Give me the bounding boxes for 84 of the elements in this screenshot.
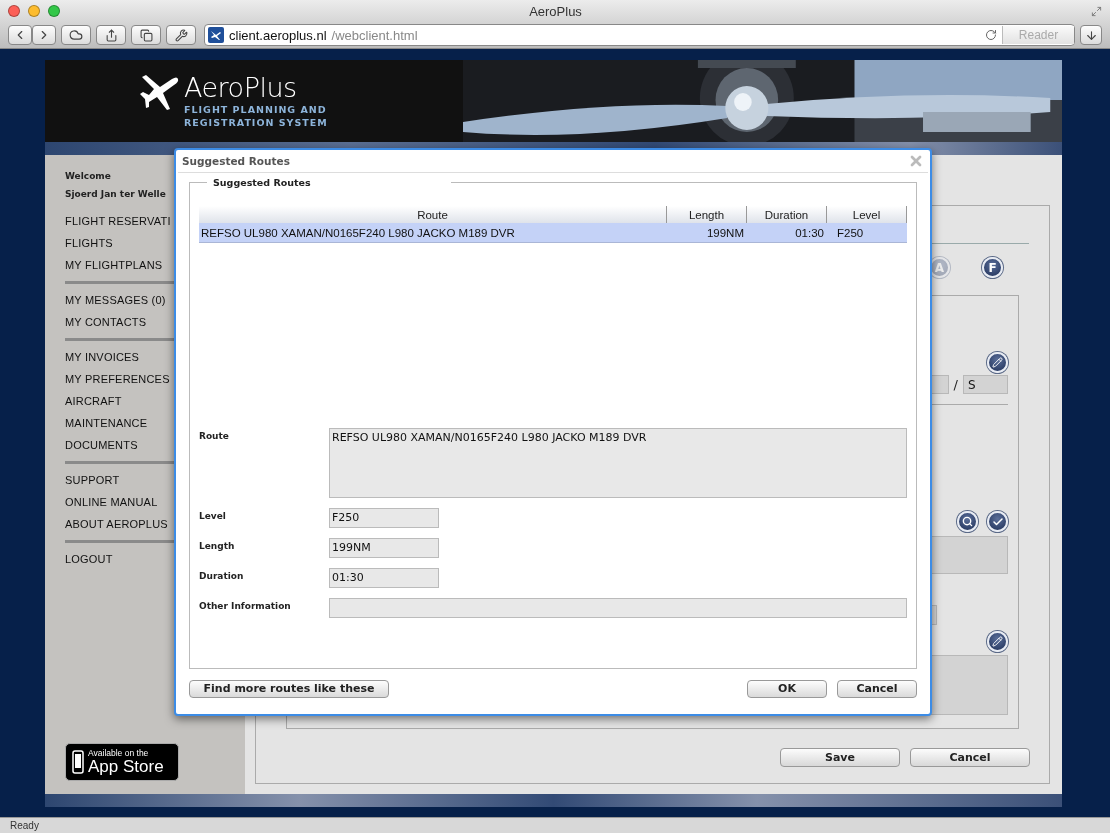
input-field[interactable] — [329, 598, 907, 618]
back-button[interactable] — [8, 25, 32, 45]
menu-item[interactable]: MY INVOICES — [65, 346, 140, 368]
column-header[interactable]: Length — [667, 206, 747, 223]
field-label: Duration — [199, 570, 245, 581]
forward-button[interactable] — [32, 25, 56, 45]
table-cell-text: 199NM — [705, 225, 745, 241]
menu-item[interactable]: MY MESSAGES (0) — [65, 289, 166, 311]
logo-name: AeroPlus — [184, 73, 298, 103]
menu-item[interactable]: MAINTENANCE — [65, 412, 148, 434]
letter-button[interactable]: F — [982, 257, 1003, 278]
check-icon — [991, 515, 1004, 528]
ok-button[interactable]: OK — [747, 679, 827, 698]
input-field[interactable]: REFSO UL980 XAMAN/N0165F240 L980 JACKO M189 DVR — [329, 428, 907, 498]
address-field[interactable]: client.aeroplus.nl /webclient.html Reader — [204, 24, 1075, 46]
input-field[interactable]: 01:30 — [329, 568, 439, 588]
fullscreen-icon[interactable] — [1091, 5, 1102, 17]
cancel-button[interactable]: Cancel — [910, 748, 1030, 767]
share-button[interactable] — [96, 25, 126, 45]
share-icon — [104, 28, 118, 42]
find-more-button[interactable]: Find more routes like these — [189, 679, 389, 698]
logo-tagline: REGISTRATION SYSTEM — [184, 116, 328, 129]
menu-item[interactable]: ABOUT AEROPLUS — [65, 513, 168, 535]
badge-title: App Store — [88, 758, 164, 776]
field-label: Other Information — [199, 600, 292, 611]
edit-button[interactable] — [987, 352, 1008, 373]
column-header[interactable]: Route — [199, 206, 667, 223]
field-label: Level — [199, 510, 227, 521]
column-header[interactable]: Level — [827, 206, 907, 223]
menu-item[interactable]: FLIGHTS — [65, 232, 113, 254]
download-icon — [1084, 28, 1098, 42]
menu-item[interactable]: FLIGHT RESERVATI — [65, 210, 171, 232]
menu-item[interactable]: MY CONTACTS — [65, 311, 147, 333]
plane-icon — [208, 27, 224, 43]
phone-icon — [72, 750, 84, 774]
badge-caption: Available on the — [88, 748, 150, 758]
column-header[interactable]: Duration — [747, 206, 827, 223]
minimize-button[interactable] — [28, 5, 40, 17]
group-legend: Suggested Routes — [207, 177, 451, 188]
cloud-button[interactable] — [61, 25, 91, 45]
wrench-button[interactable] — [166, 25, 196, 45]
airplane-icon — [140, 73, 180, 111]
cloud-icon — [69, 28, 83, 42]
menu-item[interactable]: ONLINE MANUAL — [65, 491, 158, 513]
field-label: Length — [199, 540, 236, 551]
input-field[interactable]: 199NM — [329, 538, 439, 558]
table-row[interactable]: REFSO UL980 XAMAN/N0165F240 L980 JACKO M189 DVR 199NM 01:30 F250 — [199, 223, 907, 243]
table-cell-text: REFSO UL980 XAMAN/N0165F240 L980 JACKO M189 DVR — [200, 225, 516, 241]
field-label: Route — [199, 430, 230, 441]
download-button[interactable] — [1080, 25, 1102, 45]
wrench-icon — [174, 28, 188, 42]
menu-item[interactable]: LOGOUT — [65, 548, 113, 570]
menu-item[interactable]: AIRCRAFT — [65, 390, 122, 412]
check-button[interactable] — [987, 511, 1008, 532]
table-cell-text: 01:30 — [794, 225, 825, 241]
window-title: AeroPlus — [528, 3, 583, 19]
edit-button[interactable] — [987, 631, 1008, 652]
table-cell-text: F250 — [836, 225, 865, 241]
logo-tagline: FLIGHT PLANNING AND — [184, 103, 328, 116]
input-field[interactable]: F250 — [329, 508, 439, 528]
cancel-button[interactable]: Cancel — [837, 679, 917, 698]
separator-text: / — [953, 377, 958, 392]
menu-item[interactable]: DOCUMENTS — [65, 434, 138, 456]
url-host: client.aeroplus.nl — [229, 27, 327, 43]
copy-icon — [139, 28, 153, 42]
search-icon — [962, 516, 973, 527]
pencil-icon — [992, 636, 1003, 647]
zoom-button[interactable] — [48, 5, 60, 17]
menu-item[interactable]: SUPPORT — [65, 469, 120, 491]
search-button[interactable] — [957, 511, 978, 532]
menu-item[interactable]: MY PREFERENCES — [65, 368, 170, 390]
save-button[interactable]: Save — [780, 748, 900, 767]
menu-item[interactable]: MY FLIGHTPLANS — [65, 254, 163, 276]
copy-button[interactable] — [131, 25, 161, 45]
status-text: Ready — [10, 820, 39, 831]
reload-icon[interactable] — [985, 29, 997, 41]
text-field[interactable]: S — [963, 375, 1008, 394]
app-store-badge[interactable]: Available on the App Store — [65, 743, 179, 781]
close-button[interactable] — [8, 5, 20, 17]
dialog-title: Suggested Routes — [182, 155, 290, 167]
url-path: /webclient.html — [331, 27, 419, 43]
pencil-icon — [992, 357, 1003, 368]
close-icon — [908, 153, 924, 169]
user-name: Sjoerd Jan ter Welle — [65, 188, 167, 201]
